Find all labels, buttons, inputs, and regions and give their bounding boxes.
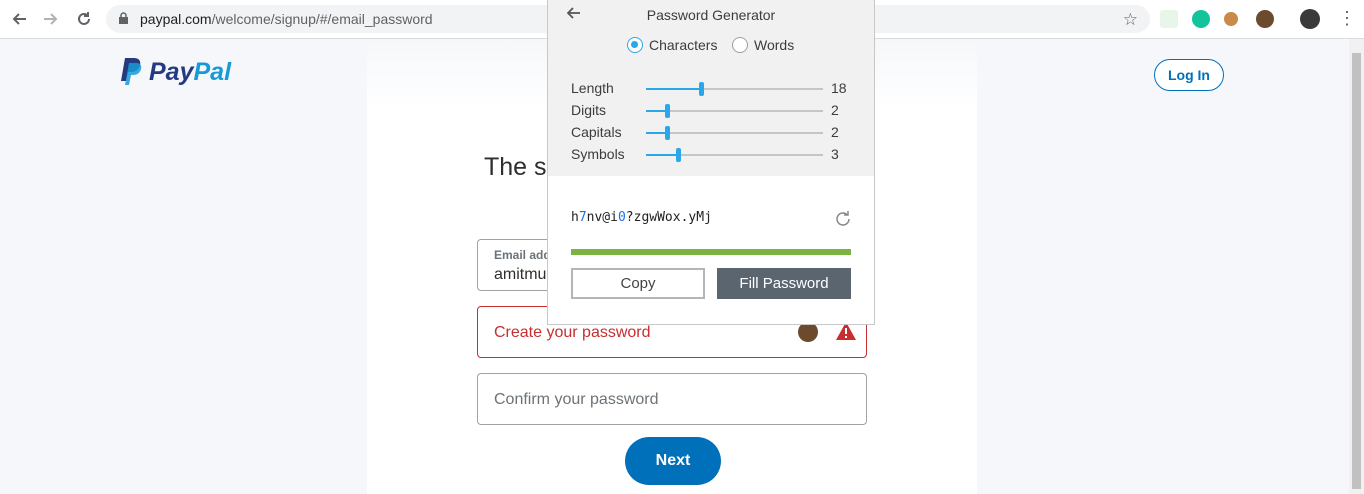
slider-thumb[interactable] xyxy=(675,148,681,162)
bear-icon[interactable] xyxy=(798,322,818,342)
bookmark-star-icon[interactable]: ☆ xyxy=(1123,10,1138,30)
generated-password[interactable]: h7nv@i0?zgwWox.yMj xyxy=(571,210,712,225)
email-value: amitmu xyxy=(494,266,547,283)
generator-title: Password Generator xyxy=(646,7,776,23)
confirm-password-placeholder: Confirm your password xyxy=(494,391,659,408)
slider-label: Digits xyxy=(571,102,607,118)
extension-mail-icon[interactable] xyxy=(1160,10,1178,28)
mode-characters-radio[interactable]: Characters xyxy=(627,37,717,53)
slider-fill xyxy=(646,88,701,90)
page-scrollbar[interactable] xyxy=(1349,39,1364,494)
generator-settings-panel: Password Generator Characters Words Leng… xyxy=(548,0,874,176)
bear-extension-icon[interactable] xyxy=(1256,10,1274,28)
copy-button[interactable]: Copy xyxy=(571,268,705,299)
slider-fill xyxy=(646,110,668,112)
length-slider[interactable] xyxy=(646,82,823,96)
forward-arrow-icon[interactable] xyxy=(41,9,61,29)
slider-value: 2 xyxy=(831,102,839,118)
slider-value: 2 xyxy=(831,124,839,140)
paypal-wordmark: PayPal xyxy=(149,57,232,86)
email-label: Email add xyxy=(494,248,551,262)
mode-words-radio[interactable]: Words xyxy=(732,37,794,53)
paypal-p-icon xyxy=(121,58,142,85)
reload-icon[interactable] xyxy=(74,9,94,29)
mode-words-label: Words xyxy=(754,37,795,53)
create-password-placeholder: Create your password xyxy=(494,324,651,341)
url-text: paypal.com/welcome/signup/#/email_passwo… xyxy=(140,11,433,27)
lock-icon xyxy=(118,12,129,30)
slider-thumb[interactable] xyxy=(698,82,704,96)
menu-kebab-icon[interactable]: ⋮ xyxy=(1338,8,1356,29)
slider-thumb[interactable] xyxy=(665,104,671,118)
slider-label: Length xyxy=(571,80,614,96)
slider-fill xyxy=(646,132,668,134)
slider-value: 3 xyxy=(831,146,839,162)
paypal-logo[interactable]: PayPal xyxy=(119,57,231,87)
radio-unselected-icon xyxy=(732,37,748,53)
extension-cookie-icon[interactable] xyxy=(1224,12,1238,26)
scrollbar-thumb[interactable] xyxy=(1352,53,1361,489)
fill-password-button[interactable]: Fill Password xyxy=(717,268,851,299)
regenerate-icon[interactable] xyxy=(834,210,852,233)
next-button[interactable]: Next xyxy=(625,437,721,485)
radio-selected-icon xyxy=(627,37,643,53)
slider-thumb[interactable] xyxy=(665,126,671,140)
symbols-slider-row: Symbols 3 xyxy=(571,146,851,164)
capitals-slider-row: Capitals 2 xyxy=(571,124,851,142)
slider-label: Capitals xyxy=(571,124,622,140)
log-in-button[interactable]: Log In xyxy=(1154,59,1224,91)
password-strength-bar xyxy=(571,249,851,255)
slider-label: Symbols xyxy=(571,146,625,162)
capitals-slider[interactable] xyxy=(646,126,823,140)
grammarly-icon[interactable] xyxy=(1192,10,1210,28)
digits-slider-row: Digits 2 xyxy=(571,102,851,120)
slider-value: 18 xyxy=(831,80,847,96)
length-slider-row: Length 18 xyxy=(571,80,851,98)
back-arrow-icon[interactable] xyxy=(9,9,29,29)
password-generator-popup: Password Generator Characters Words Leng… xyxy=(547,0,875,325)
symbols-slider[interactable] xyxy=(646,148,823,162)
mode-characters-label: Characters xyxy=(649,37,718,53)
digits-slider[interactable] xyxy=(646,104,823,118)
avatar[interactable] xyxy=(1300,9,1320,29)
confirm-password-field[interactable]: Confirm your password xyxy=(477,373,867,425)
slider-fill xyxy=(646,154,678,156)
